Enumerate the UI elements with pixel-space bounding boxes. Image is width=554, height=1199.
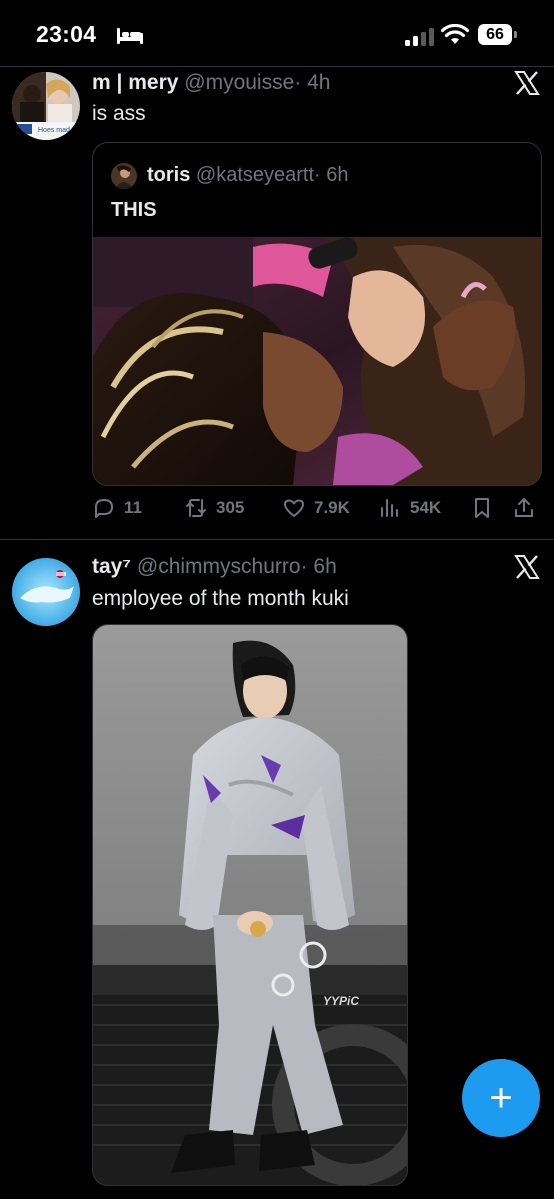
repost-icon — [186, 499, 206, 517]
reply-button[interactable]: 11 — [92, 492, 142, 524]
tweet-header: tay⁷ @chimmyschurro· 6h — [92, 555, 337, 579]
quote-display-name[interactable]: toris — [147, 164, 190, 186]
tweet-text: employee of the month kuki — [92, 587, 349, 610]
x-logo-icon[interactable] — [514, 554, 540, 580]
quote-avatar-image — [111, 163, 137, 189]
battery-level: 66 — [486, 26, 504, 43]
reply-count: 11 — [124, 498, 142, 517]
quote-timestamp[interactable]: · 6h — [314, 164, 348, 186]
quote-media-image[interactable] — [93, 237, 541, 485]
bookmark-icon — [475, 498, 489, 518]
avatar[interactable] — [12, 558, 80, 626]
quote-avatar[interactable] — [111, 163, 137, 189]
tweet-actions: 11 305 7.9K 54K — [92, 492, 540, 524]
avatar-caption: Hoes mad — [38, 127, 70, 134]
plus-icon: + — [489, 1076, 513, 1120]
display-name[interactable]: tay⁷ — [92, 555, 131, 578]
share-button[interactable] — [512, 492, 536, 524]
avatar-image: Hoes mad — [12, 72, 80, 140]
avatar-image — [12, 558, 80, 626]
quote-header: toris @katseyeartt· 6h — [147, 164, 349, 187]
quote-tweet-card[interactable]: toris @katseyeartt· 6h THIS — [92, 142, 542, 486]
divider — [0, 539, 554, 540]
timestamp[interactable]: · 6h — [301, 555, 337, 578]
heart-icon — [284, 499, 304, 517]
views-button[interactable]: 54K — [378, 492, 441, 524]
divider — [0, 66, 554, 67]
quote-handle[interactable]: @katseyeartt — [196, 164, 314, 186]
bookmark-button[interactable] — [470, 492, 494, 524]
signal-icon — [405, 28, 434, 46]
views-icon — [381, 499, 398, 517]
media-watermark: YYPiC — [323, 994, 359, 1008]
share-icon — [515, 498, 533, 517]
handle[interactable]: @chimmyschurro — [137, 555, 301, 578]
repost-button[interactable]: 305 — [184, 492, 244, 524]
tweet-text: is ass — [92, 102, 146, 125]
like-button[interactable]: 7.9K — [282, 492, 350, 524]
quote-text: THIS — [111, 199, 157, 221]
screen: 23:04 66 Hoes mad m | mery @myouisse· 4h… — [0, 0, 554, 1199]
battery-icon: 66 — [478, 24, 518, 46]
views-count: 54K — [410, 498, 442, 517]
tweet-header: m | mery @myouisse· 4h — [92, 71, 330, 95]
status-time: 23:04 — [36, 21, 97, 47]
tweet-media-image[interactable]: YYPiC — [92, 624, 408, 1186]
repost-count: 305 — [216, 498, 245, 517]
like-count: 7.9K — [314, 498, 350, 517]
reply-icon — [95, 499, 113, 518]
handle[interactable]: @myouisse — [184, 71, 294, 94]
status-bar: 23:04 66 — [0, 0, 554, 66]
compose-button[interactable]: + — [462, 1059, 540, 1137]
timestamp[interactable]: · 4h — [294, 71, 330, 94]
avatar[interactable]: Hoes mad — [12, 72, 80, 140]
media-photo: YYPiC — [93, 625, 407, 1185]
bed-icon — [117, 28, 143, 44]
x-logo-icon[interactable] — [514, 70, 540, 96]
display-name[interactable]: m | mery — [92, 71, 178, 94]
wifi-icon — [441, 24, 469, 44]
